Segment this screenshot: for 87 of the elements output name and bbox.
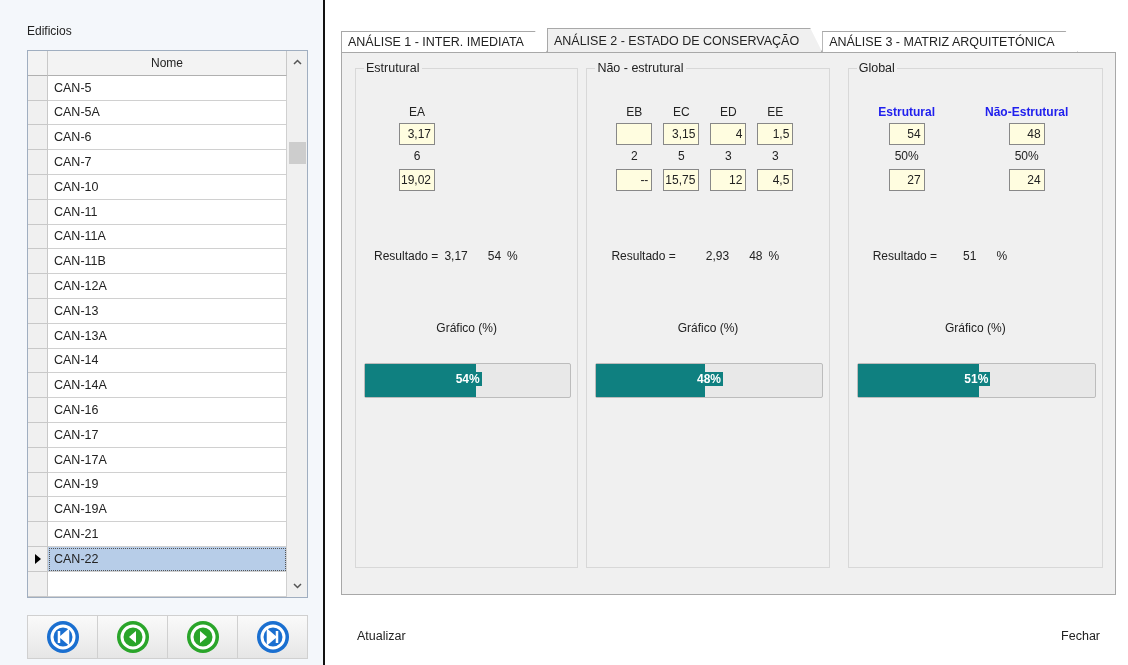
table-cell[interactable]: CAN-11A: [48, 224, 287, 250]
value-field[interactable]: 19,02: [399, 169, 435, 191]
value-field[interactable]: 1,5: [757, 123, 794, 145]
column-label: EB: [626, 105, 643, 121]
percent-sign: %: [507, 249, 518, 263]
progress-text: 51%: [962, 372, 991, 386]
value-field[interactable]: 3,17: [399, 123, 435, 145]
row-header[interactable]: [28, 546, 48, 572]
scroll-thumb[interactable]: [288, 142, 306, 164]
chart-label: Gráfico (%): [435, 321, 499, 335]
value-field[interactable]: --: [616, 169, 653, 191]
close-button[interactable]: Fechar: [1061, 629, 1100, 643]
result-percent: 48: [749, 249, 763, 263]
value-field[interactable]: 48: [1008, 123, 1045, 145]
table-cell[interactable]: CAN-21: [48, 522, 287, 547]
result-label: Resultado =: [872, 249, 938, 263]
column-label: EC: [673, 105, 690, 121]
weight-label: 3: [725, 149, 732, 165]
result-label: Resultado =: [611, 249, 676, 263]
chart-label: Gráfico (%): [944, 321, 1007, 335]
chart-label: Gráfico (%): [676, 321, 740, 335]
value-field[interactable]: [616, 123, 653, 145]
panel-title: Edificios: [27, 24, 73, 40]
weight-label: 50%: [1014, 149, 1039, 165]
tab[interactable]: ANÁLISE 3 - MATRIZ ARQUITETÓNICA: [822, 31, 1078, 52]
value-field[interactable]: 15,75: [663, 169, 700, 191]
column-label: Estrutural: [878, 105, 936, 121]
column-label: EE: [767, 105, 784, 121]
weight-label: 50%: [894, 149, 919, 165]
group-title: Não - estrutural: [596, 61, 685, 75]
skip-forward-icon: [255, 619, 290, 654]
value-field[interactable]: 27: [888, 169, 925, 191]
percent-sign: %: [768, 249, 780, 263]
weight-label: 5: [678, 149, 685, 165]
percent-sign: %: [996, 249, 1008, 263]
column-label: ED: [720, 105, 737, 121]
tab[interactable]: ANÁLISE 2 - ESTADO DE CONSERVAÇÃO: [546, 28, 823, 52]
row-pointer-icon: [34, 553, 41, 564]
table-cell[interactable]: CAN-11: [48, 199, 287, 225]
value-field[interactable]: 4: [710, 123, 747, 145]
table-cell[interactable]: CAN-6: [48, 125, 287, 151]
value-field[interactable]: 4,5: [757, 169, 794, 191]
table-cell[interactable]: [48, 571, 287, 597]
result-value: 2,93: [705, 249, 730, 263]
weight-label: 2: [631, 149, 638, 165]
group-title: Estrutural: [365, 61, 421, 75]
group-title: Global: [857, 61, 896, 75]
column-label: Não-Estrutural: [985, 105, 1069, 121]
table-cell[interactable]: CAN-17: [48, 422, 287, 448]
table-cell[interactable]: CAN-19: [48, 472, 287, 498]
progress-text: 54%: [453, 372, 482, 386]
table-cell[interactable]: CAN-22: [48, 546, 287, 572]
play-icon: [185, 619, 220, 654]
scrollbar[interactable]: [287, 51, 307, 597]
tab[interactable]: ANÁLISE 1 - INTER. IMEDIATA: [341, 31, 547, 52]
result-percent: 51: [963, 249, 977, 263]
table-cell[interactable]: CAN-19A: [48, 497, 287, 523]
table-cell[interactable]: CAN-13A: [48, 323, 287, 349]
play-back-icon: [115, 619, 150, 654]
table-cell[interactable]: CAN-16: [48, 398, 287, 423]
table-cell[interactable]: CAN-11B: [48, 249, 287, 275]
chevron-up-icon[interactable]: [292, 59, 302, 65]
table-cell[interactable]: CAN-13: [48, 298, 287, 324]
progress-text: 48%: [695, 372, 724, 386]
table-cell[interactable]: CAN-17A: [48, 447, 287, 473]
update-button[interactable]: Atualizar: [357, 629, 406, 643]
header-corner[interactable]: [28, 51, 48, 76]
value-field[interactable]: 3,15: [663, 123, 700, 145]
result-percent: 54: [487, 249, 502, 263]
result-label: Resultado =: [374, 249, 439, 263]
table-cell[interactable]: CAN-7: [48, 150, 287, 175]
table-cell[interactable]: CAN-5: [48, 75, 287, 101]
weight-label: 3: [772, 149, 779, 165]
table-cell[interactable]: CAN-14A: [48, 373, 287, 399]
column-header[interactable]: Nome: [48, 51, 287, 76]
table-cell[interactable]: CAN-10: [48, 175, 287, 200]
weight-label: 6: [413, 149, 421, 165]
table-cell[interactable]: CAN-14: [48, 348, 287, 374]
table-cell[interactable]: CAN-5A: [48, 100, 287, 126]
table-cell[interactable]: CAN-12A: [48, 274, 287, 299]
value-field[interactable]: 24: [1008, 169, 1045, 191]
value-field[interactable]: 54: [888, 123, 925, 145]
chevron-down-icon[interactable]: [292, 582, 302, 589]
column-label: EA: [409, 105, 425, 121]
result-value: 3,17: [444, 249, 468, 263]
skip-back-icon: [45, 619, 80, 654]
value-field[interactable]: 12: [710, 169, 747, 191]
